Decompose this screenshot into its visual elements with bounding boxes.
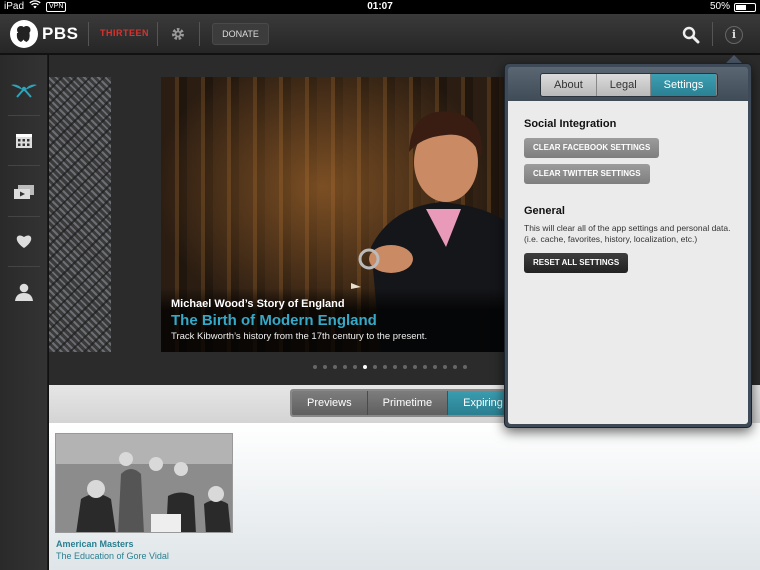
sidebar-item-favorites[interactable] [0,216,48,266]
carousel-dot[interactable] [353,365,357,369]
heart-icon [16,235,32,248]
clear-facebook-button[interactable]: CLEAR FACEBOOK SETTINGS [524,138,660,158]
donate-button[interactable]: DONATE [212,23,269,45]
carousel-dot[interactable] [373,365,377,369]
carousel-dot[interactable] [343,365,347,369]
hero-episode-title[interactable]: The Birth of Modern England [171,312,377,329]
carousel-dot[interactable] [393,365,397,369]
carousel-pagination[interactable] [313,365,467,369]
sidebar [0,55,48,570]
pbs-heads-icon [10,20,38,48]
sidebar-item-schedule[interactable] [0,115,48,165]
pbs-wordmark: PBS [42,24,79,43]
battery-icon [734,2,756,12]
carousel-dot[interactable] [403,365,407,369]
thumbnail-image [56,434,232,532]
hero-slide[interactable]: Michael Wood’s Story of England The Birt… [161,77,521,352]
hero-description: Track Kibworth’s history from the 17th c… [171,331,428,342]
divider [157,22,158,46]
battery-percent: 50% [709,1,730,12]
general-description: This will clear all of the app settings … [524,223,731,244]
carousel-dot[interactable] [433,365,437,369]
sidebar-item-videos[interactable] [0,167,48,217]
carousel-dot[interactable] [443,365,447,369]
video-series[interactable]: American Masters [56,539,134,549]
video-title[interactable]: The Education of Gore Vidal [56,551,169,561]
status-right: 50% [710,0,756,14]
carousel-dot[interactable] [313,365,317,369]
clock: 01:07 [367,1,393,12]
carousel-dot[interactable] [363,365,367,369]
carousel-dot[interactable] [453,365,457,369]
tab-legal[interactable]: Legal [596,74,651,96]
divider [88,22,89,46]
divider [199,22,200,46]
filter-tab[interactable]: Primetime [367,391,449,415]
search-icon[interactable] [682,26,700,49]
tab-about[interactable]: About [541,74,597,96]
filter-tab[interactable]: Previews [292,391,368,415]
sidebar-divider [8,165,40,166]
status-bar: iPad VPN 01:07 50% [0,0,760,14]
video-thumbnail[interactable] [55,433,233,533]
filter-tabs: Previews Primetime Expiring S [290,389,532,417]
divider [712,22,713,46]
pbs-logo[interactable]: PBS [10,20,78,48]
carousel-dot[interactable] [423,365,427,369]
tab-settings[interactable]: Settings [650,74,718,96]
hero-series-name: Michael Wood’s Story of England [171,298,345,310]
carousel-dot[interactable] [333,365,337,369]
featured-icon [11,84,37,98]
info-icon[interactable]: i [725,26,743,44]
carousel-dot[interactable] [463,365,467,369]
social-integration-heading: Social Integration [524,118,617,130]
sidebar-item-account[interactable] [0,267,48,317]
carousel-dot[interactable] [413,365,417,369]
clear-twitter-button[interactable]: CLEAR TWITTER SETTINGS [524,164,650,184]
calendar-icon [16,134,32,148]
user-icon [15,283,33,301]
reset-all-button[interactable]: RESET ALL SETTINGS [524,253,629,273]
carousel-dot[interactable] [323,365,327,369]
popover-body: Social Integration CLEAR FACEBOOK SETTIN… [508,101,748,424]
gear-icon[interactable] [170,26,186,42]
video-grid: American Masters The Education of Gore V… [49,423,760,570]
general-heading: General [524,205,565,217]
hero-prev-slide-image[interactable] [49,77,111,352]
settings-popover: About Legal Settings Social Integration CL… [504,63,752,428]
station-logo[interactable]: THIRTEEN [100,28,149,38]
top-bar: PBS THIRTEEN DONATE i [0,14,760,54]
popover-tabs: About Legal Settings [540,73,719,97]
popover-header: About Legal Settings [508,67,748,101]
videos-icon [14,185,34,199]
sidebar-item-featured[interactable] [0,65,48,115]
carousel-dot[interactable] [383,365,387,369]
